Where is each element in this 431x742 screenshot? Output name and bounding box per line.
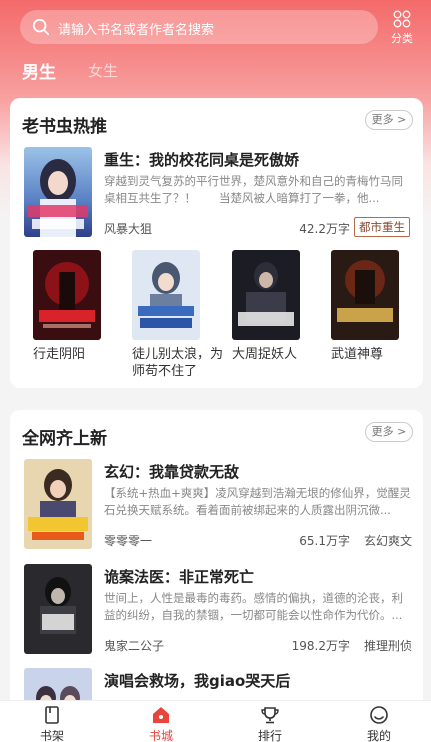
tab-female[interactable]: 女生 [88, 60, 118, 81]
bookshelf-icon [45, 706, 59, 724]
section-title: 全网齐上新 [22, 429, 107, 449]
new-release-section: 全网齐上新 更多 > 玄幻：我靠贷款无敌 【系统+热血+爽爽】凌风穿越到浩瀚无垠… [10, 410, 423, 742]
tab-label: 我的 [366, 729, 391, 742]
section-title: 老书虫热推 [22, 117, 107, 137]
book-tag: 推理刑侦 [363, 639, 412, 653]
more-button[interactable]: 更多 > [365, 422, 413, 442]
cover-art-fantasy-loan [24, 459, 92, 549]
book-cover [24, 564, 92, 654]
book-cover [33, 250, 101, 340]
book-title: 诡案法医：非正常死亡 [104, 568, 255, 586]
cover-art-martial-god [331, 250, 399, 340]
book-grid: 行走阴阳 徒儿别太浪，为师苟不住了 大周捉妖人 武道神尊 [10, 250, 423, 380]
cover-art-dark-warrior [33, 250, 101, 340]
cover-art-schoolgirl [24, 147, 92, 237]
book-author: 鬼家二公子 [104, 639, 165, 653]
book-title: 玄幻：我靠贷款无敌 [104, 463, 240, 481]
tab-label: 书城 [148, 729, 173, 742]
tab-bookstore[interactable]: 书城 [131, 705, 191, 742]
book-word-count: 65.1万字 [299, 534, 350, 548]
book-item[interactable]: 玄幻：我靠贷款无敌 【系统+热血+爽爽】凌风穿越到浩瀚无垠的修仙界，觉醒灵石兑换… [10, 459, 423, 555]
cover-art-cultivator [132, 250, 200, 340]
grid-book[interactable]: 行走阴阳 [33, 250, 129, 363]
cover-art-demon-hunter [232, 250, 300, 340]
more-button[interactable]: 更多 > [365, 110, 413, 130]
tab-ranking[interactable]: 排行 [240, 705, 300, 742]
tab-label: 排行 [257, 729, 282, 742]
book-title: 重生：我的校花同桌是死傲娇 [104, 151, 300, 169]
book-cover [331, 250, 399, 340]
book-author: 零零零一 [104, 534, 153, 548]
search-icon [32, 18, 50, 36]
book-word-count: 42.2万字 [299, 222, 350, 236]
grid-book-name: 行走阴阳 [33, 347, 86, 362]
category-label: 分类 [391, 32, 413, 45]
book-cover [24, 147, 92, 237]
grid-book-name: 武道神尊 [331, 347, 384, 362]
book-cover [132, 250, 200, 340]
category-button[interactable]: 分类 [386, 10, 418, 46]
hot-recommend-section: 老书虫热推 更多 > 重生：我的校花同桌是死傲娇 穿越到灵气复苏的平行世界，楚风… [10, 98, 423, 388]
grid-book[interactable]: 武道神尊 [331, 250, 427, 363]
book-word-count: 198.2万字 [291, 639, 350, 653]
grid-book[interactable]: 徒儿别太浪，为师苟不住了 [132, 250, 228, 380]
book-cover [232, 250, 300, 340]
book-description: 【系统+热血+爽爽】凌风穿越到浩瀚无垠的修仙界，觉醒灵石兑换天赋系统。看着面前被… [104, 486, 411, 517]
search-input[interactable]: 请输入书名或者作者名搜索 [20, 10, 378, 44]
cover-art-forensic [24, 564, 92, 654]
tab-label: 书架 [39, 729, 64, 742]
tab-profile[interactable]: 我的 [349, 705, 409, 742]
book-cover [24, 459, 92, 549]
tab-bookshelf[interactable]: 书架 [22, 705, 82, 742]
grid-book[interactable]: 大周捉妖人 [232, 250, 328, 363]
book-author: 风暴大狙 [104, 222, 153, 236]
search-bar-row: 请输入书名或者作者名搜索 分类 [0, 8, 431, 48]
book-tag: 玄幻爽文 [363, 534, 412, 548]
trophy-icon [261, 707, 279, 724]
bottom-tab-bar: 书架 书城 排行 我的 [0, 700, 431, 742]
book-item[interactable]: 诡案法医：非正常死亡 世间上，人性是最毒的毒药。感情的偏执，道德的沦丧，利益的纠… [10, 564, 423, 660]
grid-book-name: 徒儿别太浪，为师苟不住了 [132, 347, 224, 379]
profile-icon [370, 706, 388, 724]
search-placeholder: 请输入书名或者作者名搜索 [58, 23, 215, 38]
featured-book[interactable]: 重生：我的校花同桌是死傲娇 穿越到灵气复苏的平行世界，楚风意外和自己的青梅竹马同… [10, 147, 423, 243]
book-title: 演唱会救场，我giao哭天后 [104, 672, 291, 690]
grid-book-name: 大周捉妖人 [232, 347, 298, 362]
bookstore-icon [153, 707, 169, 723]
book-description: 穿越到灵气复苏的平行世界，楚风意外和自己的青梅竹马同桌相互共生了？！ 当楚风被人… [104, 174, 403, 205]
book-description: 世间上，人性是最毒的毒药。感情的偏执，道德的沦丧，利益的纠纷，自我的禁锢，一切都… [104, 591, 403, 622]
book-tag: 都市重生 [354, 217, 410, 237]
tab-male[interactable]: 男生 [22, 58, 56, 83]
grid-circles-icon [393, 10, 411, 28]
